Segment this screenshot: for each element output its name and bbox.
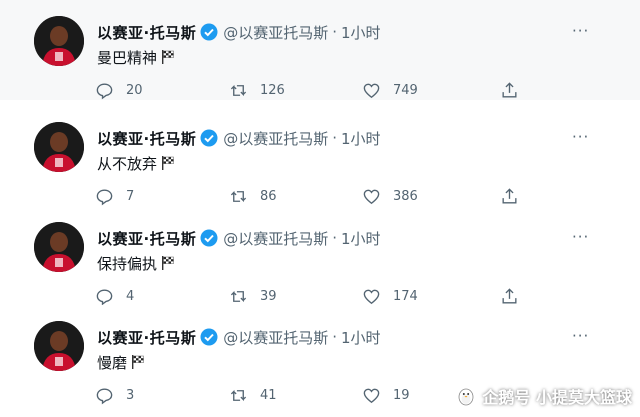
retweet-count: 86	[260, 188, 277, 204]
more-options-icon[interactable]: ···	[572, 130, 600, 145]
separator-dot: ·	[332, 129, 337, 147]
share-button[interactable]	[500, 285, 519, 307]
chequered-flag-icon	[131, 355, 145, 369]
tweet-card[interactable]: 以赛亚·托马斯 @以赛亚托马斯 · 1小时 ··· 从不放弃 7 86 386	[0, 106, 640, 206]
tweet-text-content: 从不放弃	[97, 154, 158, 173]
tweet-card[interactable]: 以赛亚·托马斯 @以赛亚托马斯 · 1小时 ··· 曼巴精神 20 126 74…	[0, 0, 640, 100]
tweet-text: 慢磨	[97, 351, 145, 373]
tweet-text-content: 曼巴精神	[97, 48, 158, 67]
separator-dot: ·	[332, 23, 337, 41]
tweet-text-content: 保持偏执	[97, 254, 158, 273]
reply-button[interactable]: 4	[95, 285, 134, 307]
reply-icon	[95, 81, 114, 100]
avatar[interactable]	[34, 122, 84, 172]
reply-icon	[95, 386, 114, 405]
like-count: 386	[393, 188, 418, 204]
display-name[interactable]: 以赛亚·托马斯	[97, 22, 196, 43]
timestamp[interactable]: 1小时	[341, 327, 381, 348]
like-count: 19	[393, 387, 410, 403]
retweet-button[interactable]: 41	[229, 384, 277, 406]
share-icon	[500, 81, 519, 100]
reply-button[interactable]: 3	[95, 384, 134, 406]
retweet-icon	[229, 386, 248, 405]
reply-icon	[95, 287, 114, 306]
reply-count: 3	[126, 387, 135, 403]
penguin-logo-icon	[456, 386, 476, 406]
tweet-text: 曼巴精神	[97, 46, 175, 68]
author-row: 以赛亚·托马斯 @以赛亚托马斯 · 1小时	[97, 228, 381, 248]
reply-button[interactable]: 7	[95, 185, 134, 207]
author-row: 以赛亚·托马斯 @以赛亚托马斯 · 1小时	[97, 327, 381, 347]
reply-icon	[95, 187, 114, 206]
like-button[interactable]: 19	[362, 384, 410, 406]
retweet-count: 41	[260, 387, 277, 403]
retweet-button[interactable]: 39	[229, 285, 277, 307]
retweet-button[interactable]: 86	[229, 185, 277, 207]
avatar[interactable]	[34, 321, 84, 371]
author-row: 以赛亚·托马斯 @以赛亚托马斯 · 1小时	[97, 22, 381, 42]
display-name[interactable]: 以赛亚·托马斯	[97, 228, 196, 249]
share-icon	[500, 187, 519, 206]
retweet-count: 126	[260, 82, 285, 98]
reply-count: 4	[126, 288, 135, 304]
tweet-card[interactable]: 以赛亚·托马斯 @以赛亚托马斯 · 1小时 ··· 保持偏执 4 39 174	[0, 206, 640, 306]
tweet-card[interactable]: 以赛亚·托马斯 @以赛亚托马斯 · 1小时 ··· 慢磨 3 41 19 企鹅号	[0, 305, 640, 417]
avatar[interactable]	[34, 16, 84, 66]
reply-count: 20	[126, 82, 143, 98]
timestamp[interactable]: 1小时	[341, 128, 381, 149]
more-options-icon[interactable]: ···	[572, 24, 600, 39]
chequered-flag-icon	[161, 256, 175, 270]
verified-badge-icon	[200, 23, 218, 41]
share-icon	[500, 287, 519, 306]
watermark: 企鹅号 小提莫大篮球	[456, 383, 632, 409]
separator-dot: ·	[332, 328, 337, 346]
heart-icon	[362, 287, 381, 306]
tweet-text: 保持偏执	[97, 252, 175, 274]
watermark-text: 企鹅号 小提莫大篮球	[482, 388, 632, 407]
heart-icon	[362, 187, 381, 206]
action-bar: 20 126 749	[0, 79, 640, 103]
tweet-text-content: 慢磨	[97, 353, 128, 372]
author-row: 以赛亚·托马斯 @以赛亚托马斯 · 1小时	[97, 128, 381, 148]
verified-badge-icon	[200, 229, 218, 247]
share-button[interactable]	[500, 79, 519, 101]
like-button[interactable]: 386	[362, 185, 418, 207]
retweet-icon	[229, 287, 248, 306]
like-count: 174	[393, 288, 418, 304]
like-button[interactable]: 749	[362, 79, 418, 101]
avatar[interactable]	[34, 222, 84, 272]
heart-icon	[362, 386, 381, 405]
chequered-flag-icon	[161, 50, 175, 64]
heart-icon	[362, 81, 381, 100]
handle[interactable]: @以赛亚托马斯	[223, 228, 328, 249]
tweet-text: 从不放弃	[97, 152, 175, 174]
display-name[interactable]: 以赛亚·托马斯	[97, 327, 196, 348]
timestamp[interactable]: 1小时	[341, 22, 381, 43]
separator-dot: ·	[332, 229, 337, 247]
like-count: 749	[393, 82, 418, 98]
more-options-icon[interactable]: ···	[572, 230, 600, 245]
handle[interactable]: @以赛亚托马斯	[223, 22, 328, 43]
reply-count: 7	[126, 188, 135, 204]
handle[interactable]: @以赛亚托马斯	[223, 327, 328, 348]
like-button[interactable]: 174	[362, 285, 418, 307]
verified-badge-icon	[200, 129, 218, 147]
retweet-icon	[229, 81, 248, 100]
display-name[interactable]: 以赛亚·托马斯	[97, 128, 196, 149]
retweet-count: 39	[260, 288, 277, 304]
retweet-icon	[229, 187, 248, 206]
reply-button[interactable]: 20	[95, 79, 143, 101]
timestamp[interactable]: 1小时	[341, 228, 381, 249]
chequered-flag-icon	[161, 156, 175, 170]
handle[interactable]: @以赛亚托马斯	[223, 128, 328, 149]
share-button[interactable]	[500, 185, 519, 207]
more-options-icon[interactable]: ···	[572, 329, 600, 344]
verified-badge-icon	[200, 328, 218, 346]
retweet-button[interactable]: 126	[229, 79, 285, 101]
